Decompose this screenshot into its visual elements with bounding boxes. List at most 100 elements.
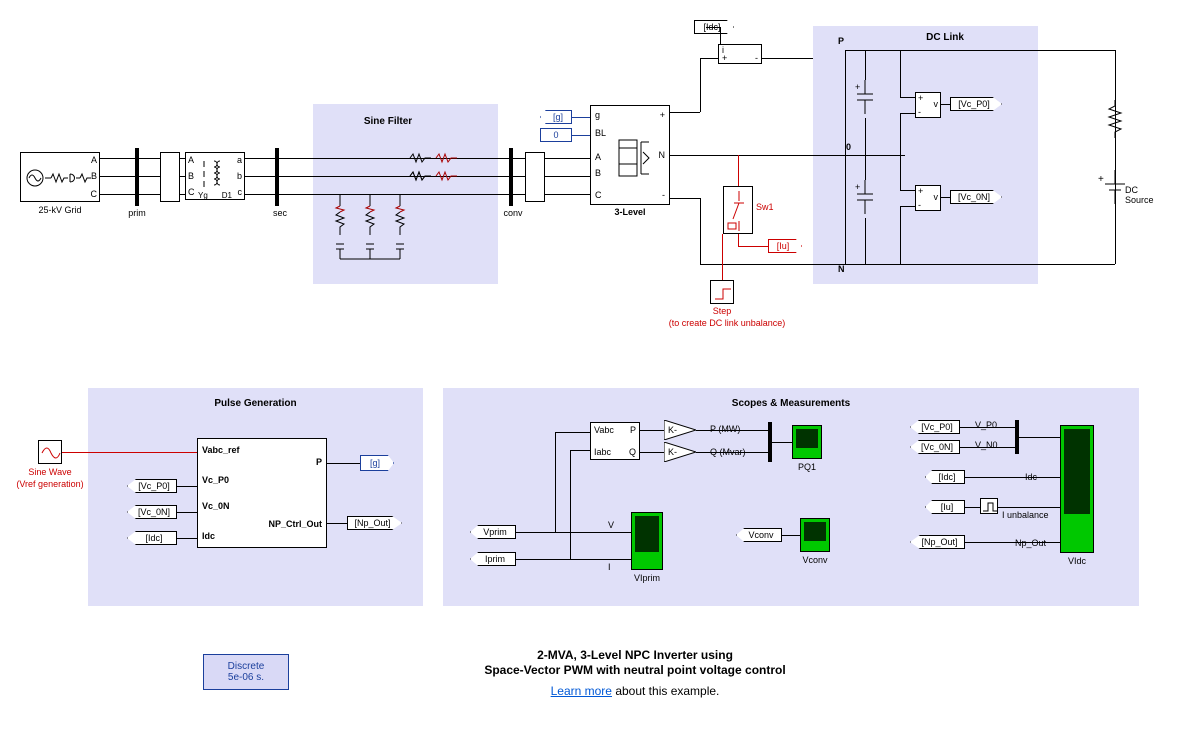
pq-iabc: Iabc <box>594 447 611 457</box>
igbt-icon <box>615 136 655 186</box>
wire <box>100 194 135 195</box>
sine-wave-label: Sine Wave <box>20 467 80 477</box>
vidc-scope[interactable] <box>1060 425 1094 553</box>
transformer-icon <box>200 159 232 195</box>
const-0-text: 0 <box>553 130 558 140</box>
ctrl-in-vc0n: Vc_0N <box>202 501 230 511</box>
grid-source-block[interactable]: A B C <box>20 152 100 202</box>
from-vc0n-scope-text: [Vc_0N] <box>921 442 953 452</box>
gain-p[interactable]: K- <box>664 420 696 440</box>
goto-iu-tag[interactable]: [Iu] <box>768 239 802 253</box>
goto-vcp0-text: [Vc_P0] <box>958 99 990 109</box>
const-0-block[interactable]: 0 <box>540 128 572 142</box>
goto-vc0n-text: [Vc_0N] <box>958 192 990 202</box>
vconv-label: Vconv <box>798 555 832 565</box>
sine-wave-block[interactable] <box>38 440 62 464</box>
from-iu-scope-text: [Iu] <box>941 502 954 512</box>
viprim-label: VIprim <box>630 573 664 583</box>
wire <box>177 486 197 487</box>
sine-icon <box>39 441 63 465</box>
wire <box>555 432 590 433</box>
wire <box>139 194 160 195</box>
wire <box>139 176 160 177</box>
from-idc-scope-tag[interactable]: [Idc] <box>925 470 965 484</box>
from-vcp0-scope-tag[interactable]: [Vc_P0] <box>910 420 960 434</box>
goto-vc0n-tag[interactable]: [Vc_0N] <box>950 190 1002 204</box>
from-vprim-tag[interactable]: Vprim <box>470 525 516 539</box>
wire <box>327 463 360 464</box>
wire <box>900 50 901 97</box>
from-npout-scope-tag[interactable]: [Np_Out] <box>910 535 965 549</box>
wire <box>900 190 915 191</box>
goto-vcp0-tag[interactable]: [Vc_P0] <box>950 97 1002 111</box>
idc-measure-block[interactable]: i + - <box>718 44 762 64</box>
zoh-icon <box>981 499 999 515</box>
wire <box>845 264 1115 265</box>
wire <box>513 158 525 159</box>
xfmr-port-b: B <box>188 171 194 181</box>
viprim-scope[interactable] <box>631 512 663 570</box>
grid-source-label: 25-kV Grid <box>20 205 100 215</box>
wire <box>720 27 721 44</box>
gain-q[interactable]: K- <box>664 442 696 462</box>
wire <box>513 176 525 177</box>
wire <box>865 218 866 264</box>
from-iprim-tag[interactable]: Iprim <box>470 552 516 566</box>
from-vc0n-tag[interactable]: [Vc_0N] <box>127 505 177 519</box>
pq1-scope[interactable] <box>792 425 822 459</box>
powergui-l1: Discrete <box>204 661 288 672</box>
wire <box>845 50 1115 51</box>
model-title-l2: Space-Vector PWM with neutral point volt… <box>420 663 850 677</box>
goto-g-tag[interactable]: [g] <box>360 455 394 471</box>
vcp0-plus: + <box>918 93 923 103</box>
wire <box>900 206 915 207</box>
wire <box>696 452 768 453</box>
iunb-label: I unbalance <box>1002 510 1049 520</box>
from-vcp0-tag[interactable]: [Vc_P0] <box>127 479 177 493</box>
wire <box>545 176 590 177</box>
wire <box>570 450 590 451</box>
svg-text:+: + <box>855 82 860 92</box>
wire <box>327 523 347 524</box>
step-block[interactable] <box>710 280 734 304</box>
vc0n-v: v <box>934 192 939 202</box>
controller-subsystem[interactable]: Vabc_ref Vc_P0 Vc_0N Idc P NP_Ctrl_Out <box>197 438 327 548</box>
wire <box>570 450 571 559</box>
from-g-tag[interactable]: [g] <box>540 110 572 124</box>
sw1-block[interactable] <box>723 186 753 234</box>
model-title-l1: 2-MVA, 3-Level NPC Inverter using <box>420 648 850 662</box>
from-vc0n-scope-tag[interactable]: [Vc_0N] <box>910 440 960 454</box>
wire <box>180 176 185 177</box>
wire <box>572 135 590 136</box>
from-idc-tag[interactable]: [Idc] <box>127 531 177 545</box>
wire <box>513 194 525 195</box>
from-vconv-tag[interactable]: Vconv <box>736 528 782 542</box>
xfmr-port-c: C <box>188 187 195 197</box>
gain-p-text: K- <box>668 425 677 435</box>
goto-npout-tag[interactable]: [Np_Out] <box>347 516 402 530</box>
vconv-scope[interactable] <box>800 518 830 552</box>
wire <box>177 538 197 539</box>
three-level-block[interactable]: g BL A B C + N - <box>590 105 670 205</box>
learn-more-link[interactable]: Learn more <box>551 684 612 698</box>
wire-red <box>722 234 723 280</box>
scopes-region <box>443 388 1139 606</box>
wire <box>845 155 905 156</box>
transformer-block[interactable]: A B C a b c Yg D1 <box>185 152 245 200</box>
powergui-block[interactable]: Discrete 5e-06 s. <box>203 654 289 690</box>
vc0n-meas-block[interactable]: + - v <box>915 185 941 211</box>
dc-link-n: N <box>838 264 845 274</box>
rate-block[interactable] <box>980 498 998 514</box>
from-iu-scope-tag[interactable]: [Iu] <box>925 500 965 514</box>
wire <box>845 50 846 265</box>
wire <box>965 477 1060 478</box>
prim-measure-block[interactable] <box>160 152 180 202</box>
wire <box>100 176 135 177</box>
pq-subsystem[interactable]: Vabc Iabc P Q <box>590 422 640 460</box>
ctrl-in-idc: Idc <box>202 531 215 541</box>
vcp0-meas-block[interactable]: + - v <box>915 92 941 118</box>
wire <box>941 197 950 198</box>
wire <box>640 452 664 453</box>
conv-measure-block[interactable] <box>525 152 545 202</box>
sw1-label: Sw1 <box>756 202 774 212</box>
